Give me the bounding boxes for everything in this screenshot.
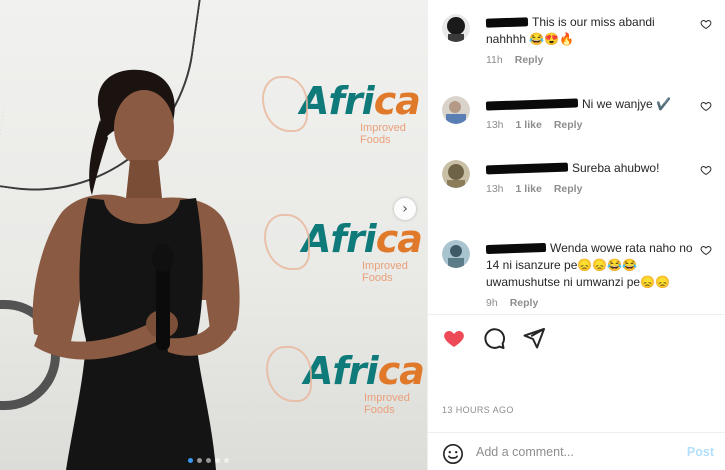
chevron-right-icon: ›: [402, 201, 408, 217]
instagram-post: Africa Improved Foods Africa Improved Fo…: [0, 0, 725, 470]
comment-time[interactable]: 11h: [486, 54, 503, 66]
heart-outline-icon[interactable]: [700, 244, 712, 256]
add-comment-bar: Post: [428, 432, 725, 470]
reply-button[interactable]: Reply: [554, 183, 583, 195]
heart-outline-icon[interactable]: [700, 100, 712, 112]
comment-text: Sureba ahubwo!: [572, 161, 660, 175]
paper-plane-icon[interactable]: [522, 326, 546, 350]
comment-text: Ni we wanjye ✔️: [582, 97, 671, 111]
avatar[interactable]: [442, 160, 470, 188]
comment-time[interactable]: 13h: [486, 119, 504, 131]
comment-icon[interactable]: [482, 326, 506, 350]
emoji-icon[interactable]: [442, 443, 464, 465]
post-button[interactable]: Post: [687, 445, 714, 459]
comment-time[interactable]: 9h: [486, 297, 498, 309]
avatar[interactable]: [442, 96, 470, 124]
reply-button[interactable]: Reply: [554, 119, 583, 131]
post-actions: [442, 326, 546, 350]
comment-input[interactable]: [476, 442, 676, 462]
heart-outline-icon[interactable]: [700, 164, 712, 176]
comments-panel: This is our miss abandi nahhhh 😂😍🔥 11h R…: [427, 0, 725, 470]
avatar[interactable]: [442, 240, 470, 268]
carousel-indicator: [188, 458, 229, 463]
carousel-dot: [224, 458, 229, 463]
carousel-next-button[interactable]: ›: [394, 198, 416, 220]
avatar[interactable]: [442, 14, 470, 42]
redacted-username[interactable]: [485, 98, 579, 111]
redacted-username[interactable]: [485, 162, 569, 175]
comment-time[interactable]: 13h: [486, 183, 504, 195]
carousel-dot: [188, 458, 193, 463]
carousel-dot: [215, 458, 220, 463]
post-photo[interactable]: Africa Improved Foods Africa Improved Fo…: [0, 0, 427, 470]
heart-outline-icon[interactable]: [700, 18, 712, 30]
speaker-figure: [32, 69, 240, 470]
redacted-username[interactable]: [485, 243, 547, 255]
carousel-dot: [206, 458, 211, 463]
carousel-dot: [197, 458, 202, 463]
divider: [428, 314, 725, 315]
heart-filled-icon[interactable]: [442, 326, 466, 350]
reply-button[interactable]: Reply: [510, 297, 539, 309]
likes-count[interactable]: 1 like: [516, 119, 542, 131]
likes-count[interactable]: 1 like: [516, 183, 542, 195]
redacted-username[interactable]: [485, 17, 529, 29]
reply-button[interactable]: Reply: [515, 54, 544, 66]
post-timestamp[interactable]: 13 HOURS AGO: [442, 405, 514, 415]
comments-list[interactable]: This is our miss abandi nahhhh 😂😍🔥 11h R…: [428, 0, 725, 314]
